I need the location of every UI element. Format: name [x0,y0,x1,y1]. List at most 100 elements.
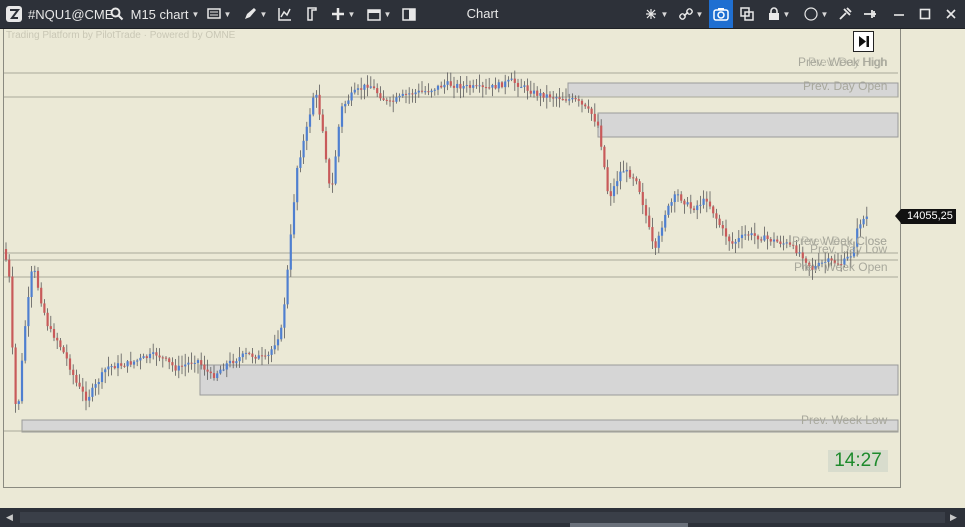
candle-body [699,204,702,206]
candle-body [366,84,369,88]
candle-body [536,90,539,96]
candle-body [497,82,500,89]
indicators-icon[interactable] [276,0,294,28]
drawings-icon[interactable] [302,0,320,28]
label-prev-day-open: Prev. Day Open [803,79,888,93]
maximize-icon[interactable] [914,0,936,28]
candle-body [411,93,414,95]
copy-window-icon[interactable] [737,0,757,28]
columns-icon[interactable] [400,0,418,28]
candle-body [686,202,689,205]
candle-body [4,249,8,260]
candle-body [315,94,318,98]
candle-body [280,327,283,340]
close-icon[interactable] [940,0,962,28]
candle-body [145,356,148,359]
color-circle-icon[interactable]: ▼ [800,0,832,28]
candle-body [184,364,187,367]
candle-body [65,352,68,359]
candle-body [571,98,574,100]
candle-body [849,256,852,258]
candle-body [353,89,356,93]
app-logo-icon[interactable] [3,0,25,28]
candle-body [62,347,65,353]
scroll-right-icon[interactable]: ▶ [950,512,957,523]
zone-prev-week-low [21,419,899,433]
candle-body [417,90,420,93]
candle-body [664,214,667,228]
pin-icon[interactable] [860,0,880,28]
pan-icon[interactable]: ▼ [640,0,672,28]
lock-icon[interactable]: ▼ [763,0,795,28]
candle-body [542,93,545,98]
candle-body [488,87,491,89]
candle-body [126,361,129,367]
candle-body [296,167,299,203]
skip-forward-icon [859,36,869,47]
candle-body [232,360,235,364]
candle-body [363,84,366,90]
template-icon[interactable]: ▼ [204,0,234,28]
horizontal-scrollbar[interactable]: ◀ ▶ [0,508,965,527]
candle-body [337,126,340,157]
scroll-to-end-button[interactable] [853,31,874,52]
scrollbar-track[interactable] [20,512,945,523]
candle-body [14,347,17,404]
scroll-left-icon[interactable]: ◀ [6,512,13,523]
candle-body [148,353,152,359]
candle-body [443,84,446,88]
candle-body [744,234,747,236]
candle-body [785,242,788,244]
candle-body [318,94,321,115]
candle-body [59,340,62,348]
candle-body [862,218,865,225]
candle-body [612,186,616,197]
candle-body [590,108,593,114]
candle-body [46,312,49,327]
candle-body [440,85,443,88]
candle-body [516,82,520,87]
scrollbar-thumb[interactable] [570,523,688,527]
candle-body [632,177,635,179]
candle-body [302,140,305,158]
pencil-icon[interactable]: ▼ [240,0,270,28]
candle-body [465,85,468,87]
candle-body [222,369,225,371]
candle-body [168,358,171,363]
zone-mid-support [199,364,899,396]
window-icon[interactable]: ▼ [364,0,394,28]
candle-body [75,374,78,383]
chevron-down-icon: ▼ [191,9,200,19]
candle-body [673,194,676,203]
candle-body [30,271,33,298]
candle-body [545,94,548,98]
candle-body [340,106,344,127]
candle-body [369,86,372,88]
candle-body [558,97,561,100]
candle-body [68,358,72,370]
candle-body [555,97,558,99]
candle-body [289,234,292,270]
candle-body [212,373,216,379]
search-icon[interactable] [108,0,126,28]
price-chart[interactable] [0,29,900,489]
candle-body [523,85,526,87]
link-icon[interactable]: ▼ [675,0,707,28]
candle-body [174,365,177,371]
candle-body [408,93,411,95]
crosshair-icon[interactable]: ▼ [328,0,358,28]
candle-body [776,239,779,242]
candle-body [766,235,769,240]
candle-body [123,365,126,367]
candle-body [344,103,347,107]
timeframe-selector[interactable]: M15 chart ▼ [130,0,200,28]
chart-area[interactable]: Trading Platform by PilotTrade · Powered… [0,29,965,508]
symbol-selector[interactable]: #NQU1@CME [28,0,113,28]
camera-icon[interactable] [709,0,733,28]
candle-body [356,88,360,90]
candle-body [606,167,609,192]
candle-body [260,355,264,357]
label-prev-week-open: Prev. Week Open [794,260,888,274]
tools-icon[interactable] [836,0,854,28]
minimize-icon[interactable] [888,0,910,28]
